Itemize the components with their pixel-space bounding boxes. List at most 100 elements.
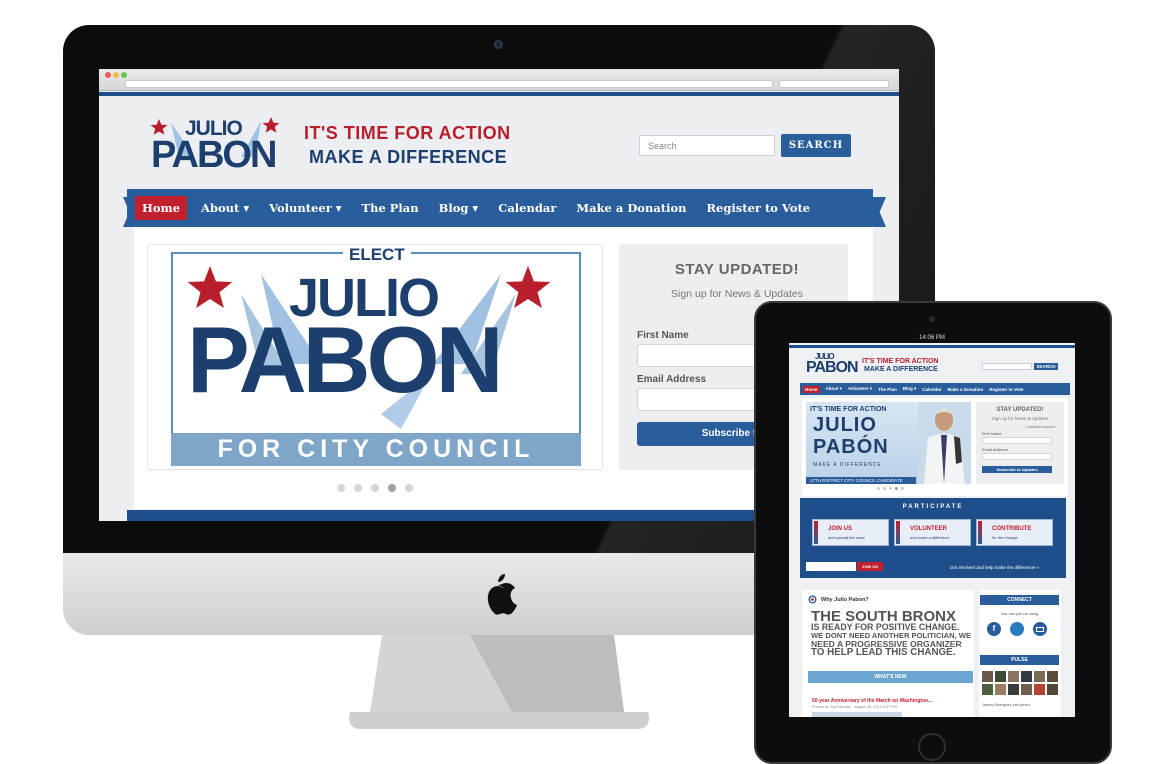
signup-title: STAY UPDATED! xyxy=(674,261,800,278)
twitter-icon[interactable] xyxy=(1010,622,1024,636)
ipad-sidebar xyxy=(979,590,1061,717)
card-contribute-sub: for the change xyxy=(992,535,1018,540)
ipad-post-meta: Posted by Saj Rahman · August 28, 2013 5… xyxy=(812,705,897,709)
ipad-nav-blog[interactable]: Blog ▾ xyxy=(903,386,917,392)
nav-item-register[interactable]: Register to Vote xyxy=(707,201,811,215)
sign-elect: ELECT xyxy=(343,245,411,265)
ipad-tagline-2: MAKE A DIFFERENCE xyxy=(864,366,938,373)
signup-subtitle: Sign up for News & Updates xyxy=(671,288,803,300)
ipad-first-name-label: First Name xyxy=(982,431,1002,436)
pulse-avatar[interactable] xyxy=(1047,671,1058,682)
pulse-avatar[interactable] xyxy=(1047,684,1058,695)
email-envelope-glyph xyxy=(1036,627,1044,632)
ipad-whats-new-bar: WHAT'S NEW xyxy=(808,671,973,683)
star-icon xyxy=(505,266,551,308)
ipad-join-input[interactable] xyxy=(806,562,856,571)
card-volunteer-title: VOLUNTEER xyxy=(910,526,948,532)
ipad-why-line-5: TO HELP LEAD THIS CHANGE. xyxy=(811,647,956,658)
email-label: Email Address xyxy=(637,374,707,385)
card-join-us[interactable] xyxy=(812,519,889,546)
ipad-nav-home[interactable]: Home xyxy=(803,385,820,393)
ipad-hero-last: PABÓN xyxy=(813,436,889,458)
nav-item-the-plan[interactable]: The Plan xyxy=(362,201,419,215)
ipad-nav-donation[interactable]: Make a Donation xyxy=(948,387,984,392)
card-volunteer[interactable] xyxy=(894,519,971,546)
ipad-first-name-field[interactable] xyxy=(982,437,1052,444)
ipad-nav-calendar[interactable]: Calendar xyxy=(922,387,941,392)
ipad-tagline-1: IT'S TIME FOR ACTION xyxy=(862,358,939,365)
ipad-search-button[interactable]: SEARCH xyxy=(1034,363,1058,370)
pulse-avatar[interactable] xyxy=(982,671,993,682)
close-window-icon[interactable] xyxy=(105,72,111,78)
ipad-post-title[interactable]: 50-year Anniversary of the March on Wash… xyxy=(812,698,932,704)
minimize-window-icon[interactable] xyxy=(113,72,119,78)
first-name-label: First Name xyxy=(637,330,689,341)
ipad-nav-volunteer[interactable]: Volunteer ▾ xyxy=(848,386,872,392)
ipad-participate-title: PARTICIPATE xyxy=(902,504,964,510)
ipad-nav-about[interactable]: About ▾ xyxy=(826,386,843,392)
slider-dot[interactable] xyxy=(371,484,379,492)
ipad-slider-dots xyxy=(877,487,904,490)
slider-dot-active[interactable] xyxy=(388,484,396,492)
nav-item-home[interactable]: Home xyxy=(135,196,188,220)
ipad-signup-title: STAY UPDATED! xyxy=(996,407,1044,413)
card-volunteer-sub: and make a difference xyxy=(910,535,950,540)
top-stripe xyxy=(99,92,899,96)
ipad-hero-tagline: IT'S TIME FOR ACTION xyxy=(810,406,887,413)
slider-dot[interactable] xyxy=(354,484,362,492)
nav-item-donation[interactable]: Make a Donation xyxy=(576,201,686,215)
pulse-avatar[interactable] xyxy=(995,671,1006,682)
ipad-pulse-grid xyxy=(982,671,1058,695)
ipad-participate-cta[interactable]: Get involved and help make the differenc… xyxy=(950,565,1039,570)
nav-item-about[interactable]: About ▾ xyxy=(201,201,249,215)
ipad-nav-register[interactable]: Register to Vote xyxy=(989,387,1023,392)
slider-dot[interactable] xyxy=(337,484,345,492)
nav-item-volunteer[interactable]: Volunteer ▾ xyxy=(269,201,341,215)
candidate-photo xyxy=(918,402,971,484)
tagline-line-1: IT'S TIME FOR ACTION xyxy=(304,123,511,143)
ipad-signup-subtitle: Sign up for News & Updates xyxy=(991,416,1049,421)
card-contribute-title: CONTRIBUTE xyxy=(992,526,1032,532)
nav-item-blog[interactable]: Blog ▾ xyxy=(439,201,479,215)
ipad-email-field[interactable] xyxy=(982,453,1052,460)
address-bar[interactable] xyxy=(125,80,773,88)
ipad-home-button[interactable] xyxy=(918,733,946,761)
ipad-top-stripe xyxy=(789,345,1075,348)
ipad-post-share-bar xyxy=(812,712,902,717)
slider-dot[interactable] xyxy=(889,487,892,490)
facebook-icon[interactable]: f xyxy=(987,622,1001,636)
ipad-subscribe-button[interactable]: Subscribe to Updates xyxy=(982,466,1052,473)
ipad-nav-plan[interactable]: The Plan xyxy=(878,387,897,392)
sign-office: FOR CITY COUNCIL xyxy=(217,435,535,463)
pulse-avatar[interactable] xyxy=(982,684,993,695)
slider-dot[interactable] xyxy=(883,487,886,490)
ipad-search-input[interactable] xyxy=(982,363,1032,370)
slider-dot[interactable] xyxy=(901,487,904,490)
ipad-connect-sub: You can join us using xyxy=(1000,611,1039,616)
slider-dot[interactable] xyxy=(877,487,880,490)
pulse-avatar[interactable] xyxy=(1021,684,1032,695)
zoom-window-icon[interactable] xyxy=(121,72,127,78)
nav-item-calendar[interactable]: Calendar xyxy=(498,201,556,215)
pulse-avatar[interactable] xyxy=(1034,671,1045,682)
ipad-logo-last: PABON xyxy=(806,359,859,376)
pulse-avatar[interactable] xyxy=(1034,684,1045,695)
ipad-required-note: * indicates required xyxy=(1025,425,1055,429)
browser-search-field[interactable] xyxy=(779,80,889,88)
ipad-join-button[interactable]: JOIN US xyxy=(857,562,883,571)
main-nav: Home About ▾ Volunteer ▾ The Plan Blog ▾… xyxy=(127,189,873,227)
pulse-avatar[interactable] xyxy=(995,684,1006,695)
card-contribute[interactable] xyxy=(976,519,1053,546)
slider-dot[interactable] xyxy=(405,484,413,492)
pulse-avatar[interactable] xyxy=(1008,671,1019,682)
pulse-avatar[interactable] xyxy=(1021,671,1032,682)
ipad-email-label: Email Address xyxy=(982,447,1008,452)
pulse-avatar[interactable] xyxy=(1008,684,1019,695)
site-logo[interactable]: JULIO PABON xyxy=(149,113,289,175)
search-button[interactable]: SEARCH xyxy=(781,134,851,157)
search-input[interactable]: Search xyxy=(639,135,775,156)
logo-last-name: PABON xyxy=(151,134,277,176)
target-icon xyxy=(808,595,817,604)
slider-dot-active[interactable] xyxy=(895,487,898,490)
